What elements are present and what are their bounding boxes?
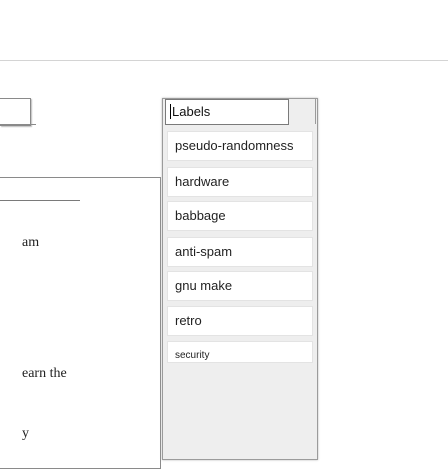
label-option[interactable]: pseudo-randomness <box>167 131 313 161</box>
background-box <box>0 98 31 126</box>
label-option[interactable]: security <box>167 341 313 363</box>
background-divider <box>0 124 36 125</box>
background-text-fragment: y <box>22 426 29 441</box>
dropdown-frame <box>168 98 316 124</box>
label-option[interactable]: babbage <box>167 201 313 231</box>
top-divider <box>0 60 448 61</box>
label-option[interactable]: hardware <box>167 167 313 197</box>
label-option[interactable]: gnu make <box>167 271 313 301</box>
background-text-fragment: am <box>22 235 40 250</box>
label-option[interactable]: retro <box>167 306 313 336</box>
background-text-fragment: earn the <box>22 366 67 381</box>
background-panel-rule <box>0 200 80 201</box>
labels-popup: Labels pseudo-randomness hardware babbag… <box>162 98 318 460</box>
label-option[interactable]: anti-spam <box>167 237 313 267</box>
